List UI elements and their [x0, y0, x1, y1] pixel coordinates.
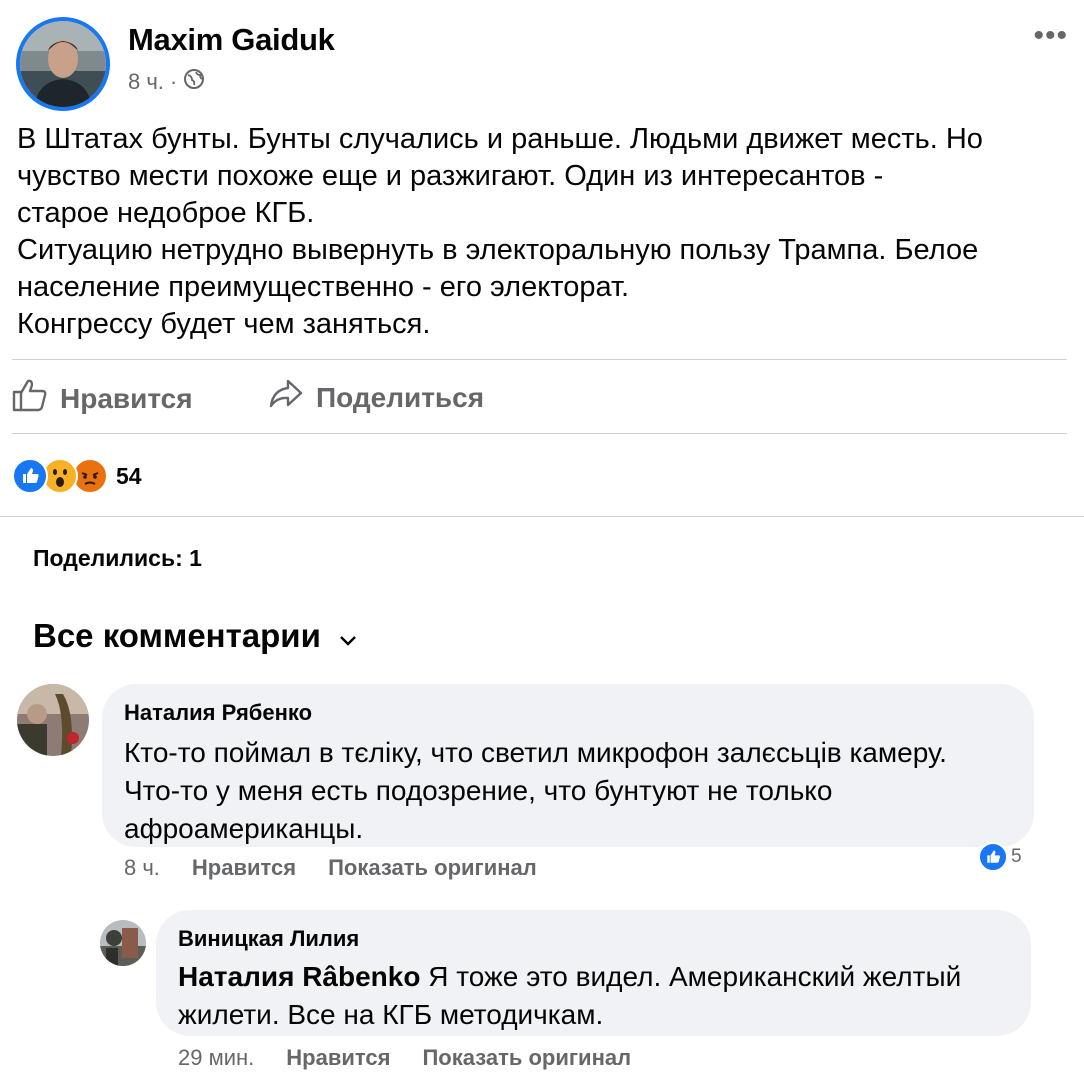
comment-bubble: Наталия Рябенко Кто-то поймал в тєліку, …: [102, 684, 1034, 847]
like-button[interactable]: Нравится: [12, 378, 193, 419]
more-options-icon[interactable]: •••: [1033, 21, 1068, 51]
like-label: Нравится: [60, 382, 193, 414]
comment-reactions[interactable]: 5: [978, 842, 1022, 872]
chevron-down-icon: [339, 617, 357, 655]
reply-actions: 29 мин. Нравится Показать оригинал: [178, 1045, 631, 1071]
post-meta: 8 ч. ·: [128, 68, 205, 96]
globe-icon: [183, 68, 205, 96]
commenter-avatar[interactable]: [17, 684, 89, 756]
like-icon: [978, 842, 1008, 872]
meta-separator: ·: [169, 69, 178, 94]
share-icon: [268, 378, 304, 417]
reply-author[interactable]: Виницкая Лилия: [178, 926, 1009, 952]
reply-like-button[interactable]: Нравится: [286, 1045, 390, 1071]
comment-author[interactable]: Наталия Рябенко: [124, 700, 1012, 726]
author-name[interactable]: Maxim Gaiduk: [128, 22, 335, 58]
reply-bubble: Виницкая Лилия Наталия Râbenko Я тоже эт…: [156, 910, 1031, 1036]
comment-time[interactable]: 8 ч.: [124, 855, 160, 881]
reactions-summary[interactable]: 54: [12, 458, 142, 494]
comments-filter[interactable]: Все комментарии: [33, 617, 357, 655]
reply-time[interactable]: 29 мин.: [178, 1045, 254, 1071]
show-original-button[interactable]: Показать оригинал: [328, 855, 537, 881]
post-time[interactable]: 8 ч.: [128, 69, 164, 95]
comment-text: Кто-то поймал в тєліку, что светил микро…: [124, 737, 947, 844]
thumbs-up-icon: [12, 378, 48, 419]
share-label: Поделиться: [316, 381, 485, 413]
section-divider: [0, 516, 1084, 517]
divider: [12, 359, 1067, 360]
reply-text: Наталия Râbenko Я тоже это видел. Америк…: [178, 958, 1009, 1034]
shares-count[interactable]: Поделились: 1: [33, 545, 202, 572]
comment-like-button[interactable]: Нравится: [192, 855, 296, 881]
post-text: В Штатах бунты. Бунты случались и раньше…: [17, 123, 983, 340]
comment-reactions-count: 5: [1011, 846, 1022, 867]
author-avatar[interactable]: [16, 17, 110, 111]
author-photo: [20, 21, 106, 107]
comment-actions: 8 ч. Нравится Показать оригинал: [124, 855, 537, 881]
commenter-avatar[interactable]: [100, 920, 146, 966]
mention-link[interactable]: Наталия Râbenko: [178, 961, 420, 992]
share-button[interactable]: Поделиться: [268, 378, 484, 417]
like-icon: [12, 458, 48, 494]
show-original-button[interactable]: Показать оригинал: [422, 1045, 631, 1071]
reactions-count: 54: [116, 462, 142, 489]
divider: [12, 433, 1067, 434]
comments-filter-label: Все комментарии: [33, 617, 321, 654]
